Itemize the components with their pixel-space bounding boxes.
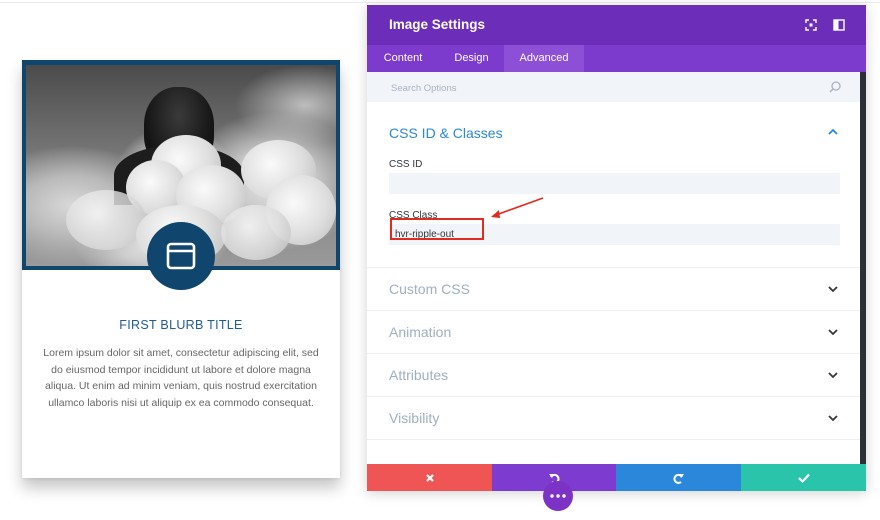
chevron-down-icon[interactable]	[827, 370, 839, 380]
close-icon	[425, 473, 434, 482]
section-divider	[367, 396, 860, 397]
redo-icon	[673, 473, 684, 484]
section-title-visibility[interactable]: Visibility	[389, 410, 439, 426]
image-settings-modal: Image Settings Content Design Advanced S…	[367, 5, 866, 491]
search-icon[interactable]	[828, 80, 842, 94]
window-icon	[166, 242, 196, 270]
search-options-bar	[367, 72, 860, 102]
expand-icon[interactable]	[804, 18, 818, 32]
chevron-down-icon[interactable]	[827, 284, 839, 294]
tab-advanced[interactable]: Advanced	[504, 45, 584, 72]
section-divider	[367, 439, 860, 440]
highlight-annotation-box	[390, 218, 484, 240]
ellipsis-icon	[550, 494, 566, 498]
modal-scrollbar[interactable]	[860, 72, 866, 464]
sidebar-toggle-icon[interactable]	[832, 18, 846, 32]
tab-design[interactable]: Design	[439, 45, 504, 72]
chevron-up-icon[interactable]	[827, 127, 839, 137]
chevron-down-icon[interactable]	[827, 413, 839, 423]
modal-footer	[367, 464, 866, 491]
blurb-icon-circle	[147, 222, 215, 290]
chevron-down-icon[interactable]	[827, 327, 839, 337]
blurb-body-text: Lorem ipsum dolor sit amet, consectetur …	[43, 347, 319, 409]
section-divider	[367, 310, 860, 311]
search-options-input[interactable]	[389, 78, 813, 98]
modal-tabs: Content Design Advanced	[367, 45, 866, 72]
smoke-cloud	[66, 190, 146, 250]
top-border-line	[0, 2, 880, 3]
modal-title: Image Settings	[389, 17, 486, 32]
blurb-title: FIRST BLURB TITLE	[119, 318, 243, 332]
section-title-attributes[interactable]: Attributes	[389, 367, 448, 383]
section-title-css-id-classes[interactable]: CSS ID & Classes	[389, 125, 503, 141]
section-title-animation[interactable]: Animation	[389, 324, 451, 340]
save-button[interactable]	[741, 464, 866, 491]
modal-header: Image Settings	[367, 5, 866, 45]
annotation-arrow	[491, 197, 544, 218]
tab-content[interactable]: Content	[367, 45, 439, 72]
section-divider	[367, 353, 860, 354]
check-icon	[797, 473, 810, 483]
modal-body: CSS ID & Classes CSS ID CSS Class Custom…	[367, 72, 860, 464]
redo-button[interactable]	[616, 464, 741, 491]
section-divider	[367, 267, 860, 268]
section-title-custom-css[interactable]: Custom CSS	[389, 281, 470, 297]
discard-button[interactable]	[367, 464, 492, 491]
smoke-cloud	[221, 205, 291, 260]
more-options-button[interactable]	[543, 481, 573, 511]
css-id-label: CSS ID	[389, 159, 423, 170]
css-id-field[interactable]	[389, 173, 840, 194]
blurb-card[interactable]: FIRST BLURB TITLE Lorem ipsum dolor sit …	[22, 60, 340, 478]
